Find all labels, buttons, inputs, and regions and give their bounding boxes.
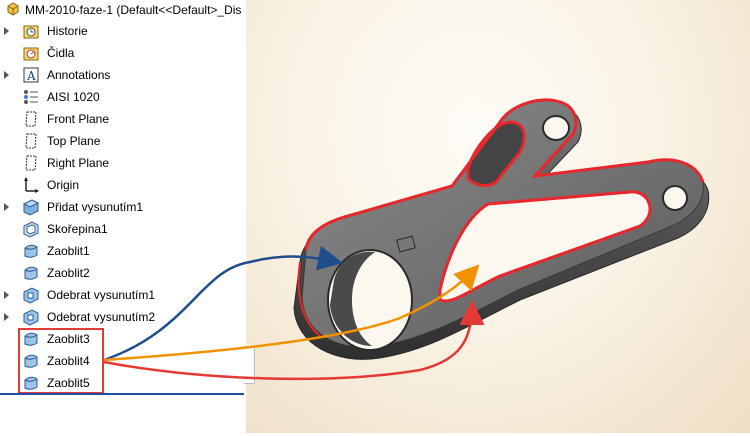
tree-item-right-plane[interactable]: Right Plane [0, 152, 246, 174]
part-title: MM-2010-faze-1 (Default<<Default>_Dis [25, 3, 242, 17]
expand-arrow-icon[interactable] [4, 203, 9, 211]
expand-arrow-icon[interactable] [4, 27, 9, 35]
tree-item-label: Historie [47, 24, 88, 38]
fillet-icon [24, 244, 38, 258]
tree-item-aisi-1020[interactable]: AISI 1020 [0, 86, 246, 108]
plane-icon [25, 155, 37, 171]
tree-item-sko-epina1[interactable]: Skořepina1 [0, 218, 246, 240]
tree-item-label: Origin [47, 178, 80, 192]
tree-item-label: AISI 1020 [47, 90, 100, 104]
svg-text:A: A [26, 69, 36, 83]
tree-item-label: Čidla [47, 46, 75, 60]
extrude-cut-icon [23, 287, 39, 304]
tree-item-front-plane[interactable]: Front Plane [0, 108, 246, 130]
feature-manager-tree: MM-2010-faze-1 (Default<<Default>_Dis Hi… [0, 0, 247, 433]
upper-pin-hole [542, 115, 570, 141]
plane-icon [25, 111, 37, 127]
history-folder-icon [23, 25, 39, 39]
tree-item-p-idat-vysunut-m1[interactable]: Přidat vysunutím1 [0, 196, 246, 218]
expand-arrow-icon[interactable] [4, 291, 9, 299]
tree-item-label: Right Plane [47, 156, 110, 170]
expand-arrow-icon[interactable] [4, 71, 9, 79]
fillet-icon [24, 266, 38, 280]
graphics-viewport[interactable] [246, 0, 750, 433]
tree-item-label: Skořepina1 [47, 222, 108, 236]
part-icon [7, 2, 19, 16]
extrude-boss-icon [22, 199, 40, 216]
tree-bottom-rule [0, 393, 244, 395]
tree-item-historie[interactable]: Historie [0, 20, 246, 42]
panel-splitter-handle[interactable] [244, 346, 255, 384]
annotations-icon: A [23, 67, 39, 83]
plane-icon [25, 133, 37, 149]
tree-item-odebrat-vysunut-m2[interactable]: Odebrat vysunutím2 [0, 306, 246, 328]
tree-item-label: Odebrat vysunutím1 [47, 288, 156, 302]
tree-item-origin[interactable]: Origin [0, 174, 246, 196]
tree-item-label: Odebrat vysunutím2 [47, 310, 156, 324]
material-icon [24, 90, 38, 104]
tree-item-label: Front Plane [47, 112, 110, 126]
tree-item-zaoblit2[interactable]: Zaoblit2 [0, 262, 246, 284]
tree-item-label: Přidat vysunutím1 [47, 200, 144, 214]
tree-item-top-plane[interactable]: Top Plane [0, 130, 246, 152]
tree-item-label: Zaoblit2 [47, 266, 90, 280]
tree-item--idla[interactable]: Čidla [0, 42, 246, 64]
shell-icon [23, 221, 39, 238]
tree-item-zaoblit1[interactable]: Zaoblit1 [0, 240, 246, 262]
tree-item-odebrat-vysunut-m1[interactable]: Odebrat vysunutím1 [0, 284, 246, 306]
extrude-cut-icon [23, 309, 39, 326]
part-model[interactable] [246, 0, 750, 433]
tree-item-label: Annotations [47, 68, 111, 82]
expand-arrow-icon[interactable] [4, 313, 9, 321]
sensors-folder-icon [23, 47, 39, 61]
selected-fillets-highlight [18, 328, 104, 394]
origin-icon [24, 177, 39, 193]
tree-header[interactable]: MM-2010-faze-1 (Default<<Default>_Dis [0, 0, 246, 20]
tree-item-label: Top Plane [47, 134, 101, 148]
tree-item-annotations[interactable]: A Annotations [0, 64, 246, 86]
tree-item-label: Zaoblit1 [47, 244, 90, 258]
lower-pin-hole [662, 185, 688, 211]
